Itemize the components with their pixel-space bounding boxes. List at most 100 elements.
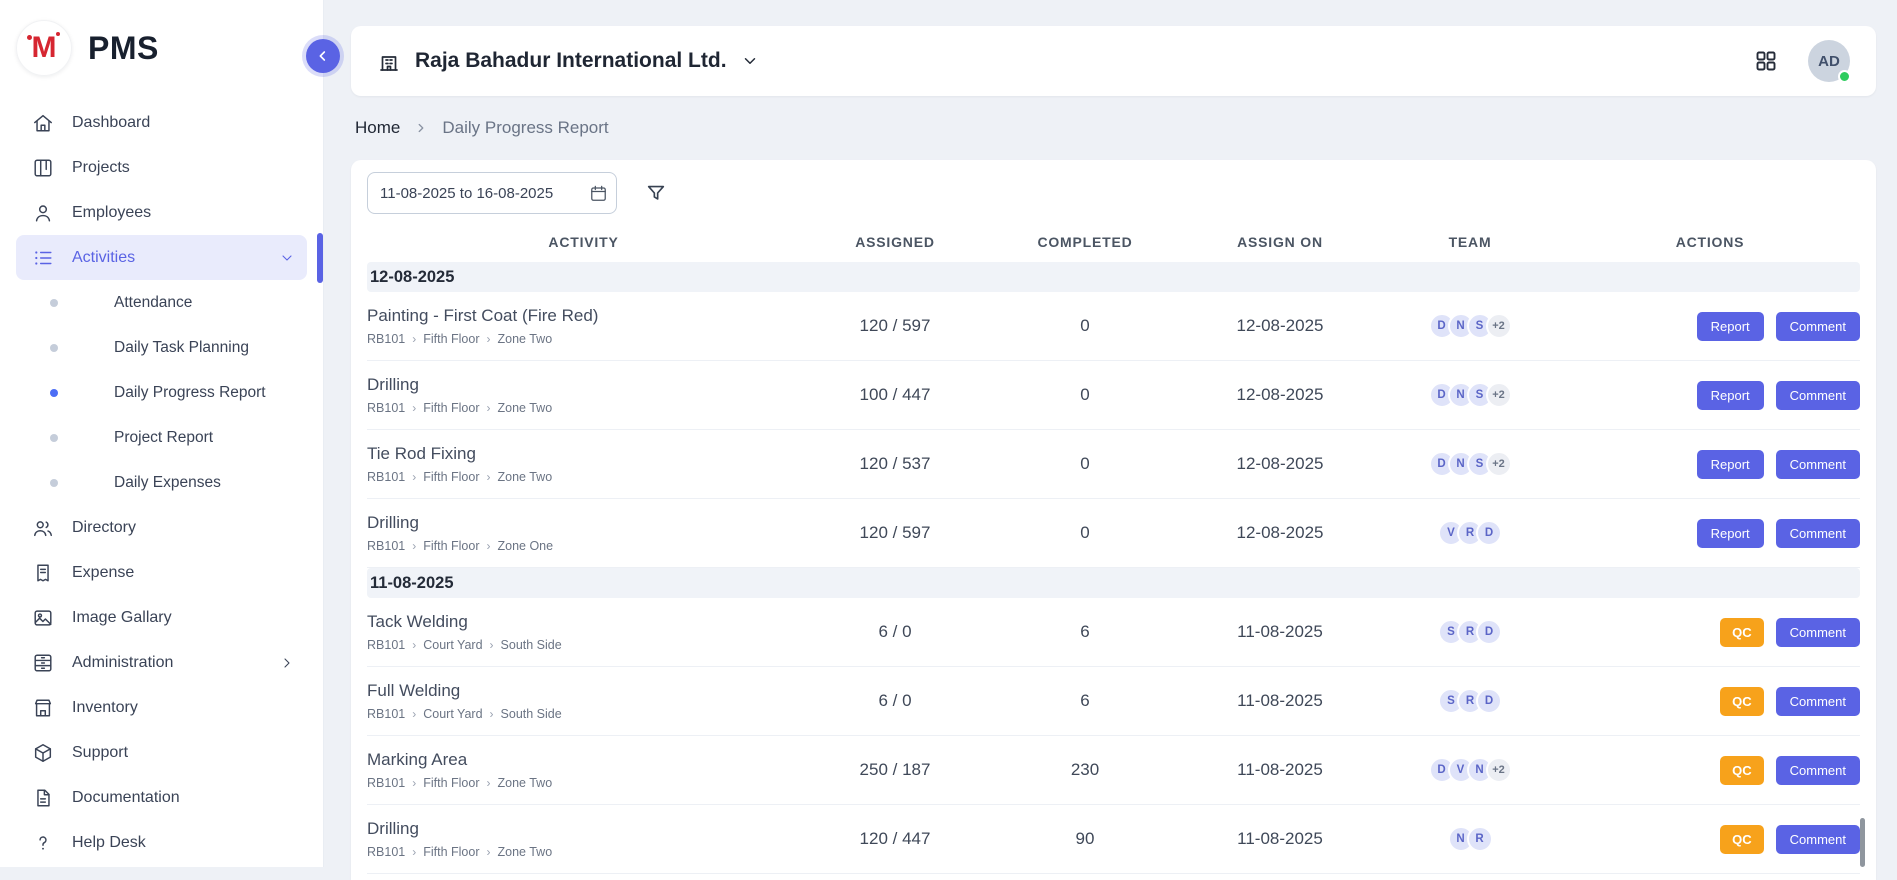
sidebar-item-help-desk[interactable]: Help Desk xyxy=(16,820,307,865)
comment-button[interactable]: Comment xyxy=(1776,687,1860,716)
path-zone: South Side xyxy=(501,707,562,721)
team-avatar: D xyxy=(1476,688,1502,714)
sidebar-item-inventory[interactable]: Inventory xyxy=(16,685,307,730)
chevron-right-icon: › xyxy=(487,540,491,552)
activity-name[interactable]: Marking Area xyxy=(367,750,790,770)
completed-value: 230 xyxy=(990,760,1180,780)
company-name: Raja Bahadur International Ltd. xyxy=(415,49,727,73)
calendar-icon[interactable] xyxy=(589,184,608,203)
chevron-down-icon xyxy=(741,52,759,70)
kanban-icon xyxy=(32,157,54,179)
activity-path: RB101› Court Yard› South Side xyxy=(367,707,790,721)
column-header-team: TEAM xyxy=(1380,234,1560,250)
sidebar-subitem-label: Daily Task Planning xyxy=(114,339,249,357)
team-avatars[interactable]: D V N +2 xyxy=(1380,757,1560,783)
activity-name[interactable]: Tack Welding xyxy=(367,612,790,632)
sidebar-subitem-daily-progress-report[interactable]: Daily Progress Report xyxy=(16,370,307,415)
activity-name[interactable]: Painting - First Coat (Fire Red) xyxy=(367,306,790,326)
sidebar-subitem-daily-task-planning[interactable]: Daily Task Planning xyxy=(16,325,307,370)
activity-name[interactable]: Drilling xyxy=(367,513,790,533)
column-header-activity: ACTIVITY xyxy=(367,234,800,250)
qc-button[interactable]: QC xyxy=(1720,756,1764,785)
table-row: Tie Rod Fixing RB101› Fifth Floor› Zone … xyxy=(367,430,1860,499)
sidebar-item-administration[interactable]: Administration xyxy=(16,640,307,685)
assign-on-value: 12-08-2025 xyxy=(1180,454,1380,474)
filter-funnel-icon[interactable] xyxy=(645,182,667,204)
date-range-input[interactable] xyxy=(380,185,579,202)
chevron-right-icon: › xyxy=(412,639,416,651)
group-date: 12-08-2025 xyxy=(370,268,454,287)
path-floor: Fifth Floor xyxy=(423,539,479,553)
sidebar: M PMS Dashboard Projects Employees Activ… xyxy=(0,0,323,867)
team-avatars[interactable]: S R D xyxy=(1380,688,1560,714)
sidebar-item-documentation[interactable]: Documentation xyxy=(16,775,307,820)
completed-value: 0 xyxy=(990,385,1180,405)
sidebar-item-dashboard[interactable]: Dashboard xyxy=(16,100,307,145)
qc-button[interactable]: QC xyxy=(1720,687,1764,716)
report-button[interactable]: Report xyxy=(1697,381,1764,410)
sidebar-item-activities[interactable]: Activities xyxy=(16,235,307,280)
column-header-assigned: ASSIGNED xyxy=(800,234,990,250)
report-button[interactable]: Report xyxy=(1697,519,1764,548)
bullet-icon xyxy=(50,344,58,352)
sidebar-item-employees[interactable]: Employees xyxy=(16,190,307,235)
file-icon xyxy=(32,787,54,809)
group-date: 11-08-2025 xyxy=(370,574,454,593)
user-avatar[interactable]: AD xyxy=(1808,40,1850,82)
path-floor: Court Yard xyxy=(423,638,482,652)
sidebar-subitem-attendance[interactable]: Attendance xyxy=(16,280,307,325)
activity-name[interactable]: Full Welding xyxy=(367,681,790,701)
apps-grid-icon[interactable] xyxy=(1754,49,1778,73)
comment-button[interactable]: Comment xyxy=(1776,618,1860,647)
comment-button[interactable]: Comment xyxy=(1776,381,1860,410)
sidebar-subitem-label: Attendance xyxy=(114,294,192,312)
sidebar-item-support[interactable]: Support xyxy=(16,730,307,775)
activity-name[interactable]: Drilling xyxy=(367,375,790,395)
breadcrumb-home-link[interactable]: Home xyxy=(355,118,400,138)
path-floor: Fifth Floor xyxy=(423,776,479,790)
sidebar-item-label: Activities xyxy=(72,249,135,267)
team-avatars[interactable]: D N S +2 xyxy=(1380,382,1560,408)
sidebar-collapse-button[interactable] xyxy=(306,39,340,73)
team-avatars[interactable]: D N S +2 xyxy=(1380,451,1560,477)
qc-button[interactable]: QC xyxy=(1720,618,1764,647)
sidebar-item-expense[interactable]: Expense xyxy=(16,550,307,595)
sidebar-subitem-project-report[interactable]: Project Report xyxy=(16,415,307,460)
team-avatar: R xyxy=(1467,826,1493,852)
chevron-right-icon: › xyxy=(412,846,416,858)
company-selector[interactable]: Raja Bahadur International Ltd. xyxy=(377,49,759,73)
team-avatars[interactable]: V R D xyxy=(1380,520,1560,546)
comment-button[interactable]: Comment xyxy=(1776,756,1860,785)
comment-button[interactable]: Comment xyxy=(1776,519,1860,548)
report-button[interactable]: Report xyxy=(1697,450,1764,479)
breadcrumb: Home Daily Progress Report xyxy=(355,116,1872,140)
sidebar-item-projects[interactable]: Projects xyxy=(16,145,307,190)
path-zone: Zone Two xyxy=(498,332,553,346)
top-header: Raja Bahadur International Ltd. AD xyxy=(351,26,1876,96)
activity-name[interactable]: Drilling xyxy=(367,819,790,839)
comment-button[interactable]: Comment xyxy=(1776,450,1860,479)
store-icon xyxy=(32,697,54,719)
team-avatars[interactable]: D N S +2 xyxy=(1380,313,1560,339)
comment-button[interactable]: Comment xyxy=(1776,312,1860,341)
comment-button[interactable]: Comment xyxy=(1776,825,1860,854)
chevron-right-icon: › xyxy=(487,333,491,345)
path-floor: Fifth Floor xyxy=(423,401,479,415)
activity-name[interactable]: Tie Rod Fixing xyxy=(367,444,790,464)
sidebar-item-directory[interactable]: Directory xyxy=(16,505,307,550)
assign-on-value: 12-08-2025 xyxy=(1180,523,1380,543)
team-avatar-more: +2 xyxy=(1486,313,1512,339)
group-header: 11-08-2025 xyxy=(367,568,1860,598)
active-section-indicator xyxy=(317,233,323,283)
date-range-field[interactable] xyxy=(367,172,617,214)
qc-button[interactable]: QC xyxy=(1720,825,1764,854)
sidebar-subitem-daily-expenses[interactable]: Daily Expenses xyxy=(16,460,307,505)
path-floor: Fifth Floor xyxy=(423,845,479,859)
completed-value: 0 xyxy=(990,454,1180,474)
team-avatars[interactable]: S R D xyxy=(1380,619,1560,645)
report-button[interactable]: Report xyxy=(1697,312,1764,341)
scrollbar-thumb[interactable] xyxy=(1860,818,1865,867)
sidebar-item-image-gallary[interactable]: Image Gallary xyxy=(16,595,307,640)
table-row: Tack Welding RB101› Court Yard› South Si… xyxy=(367,598,1860,667)
team-avatars[interactable]: N R xyxy=(1380,826,1560,852)
